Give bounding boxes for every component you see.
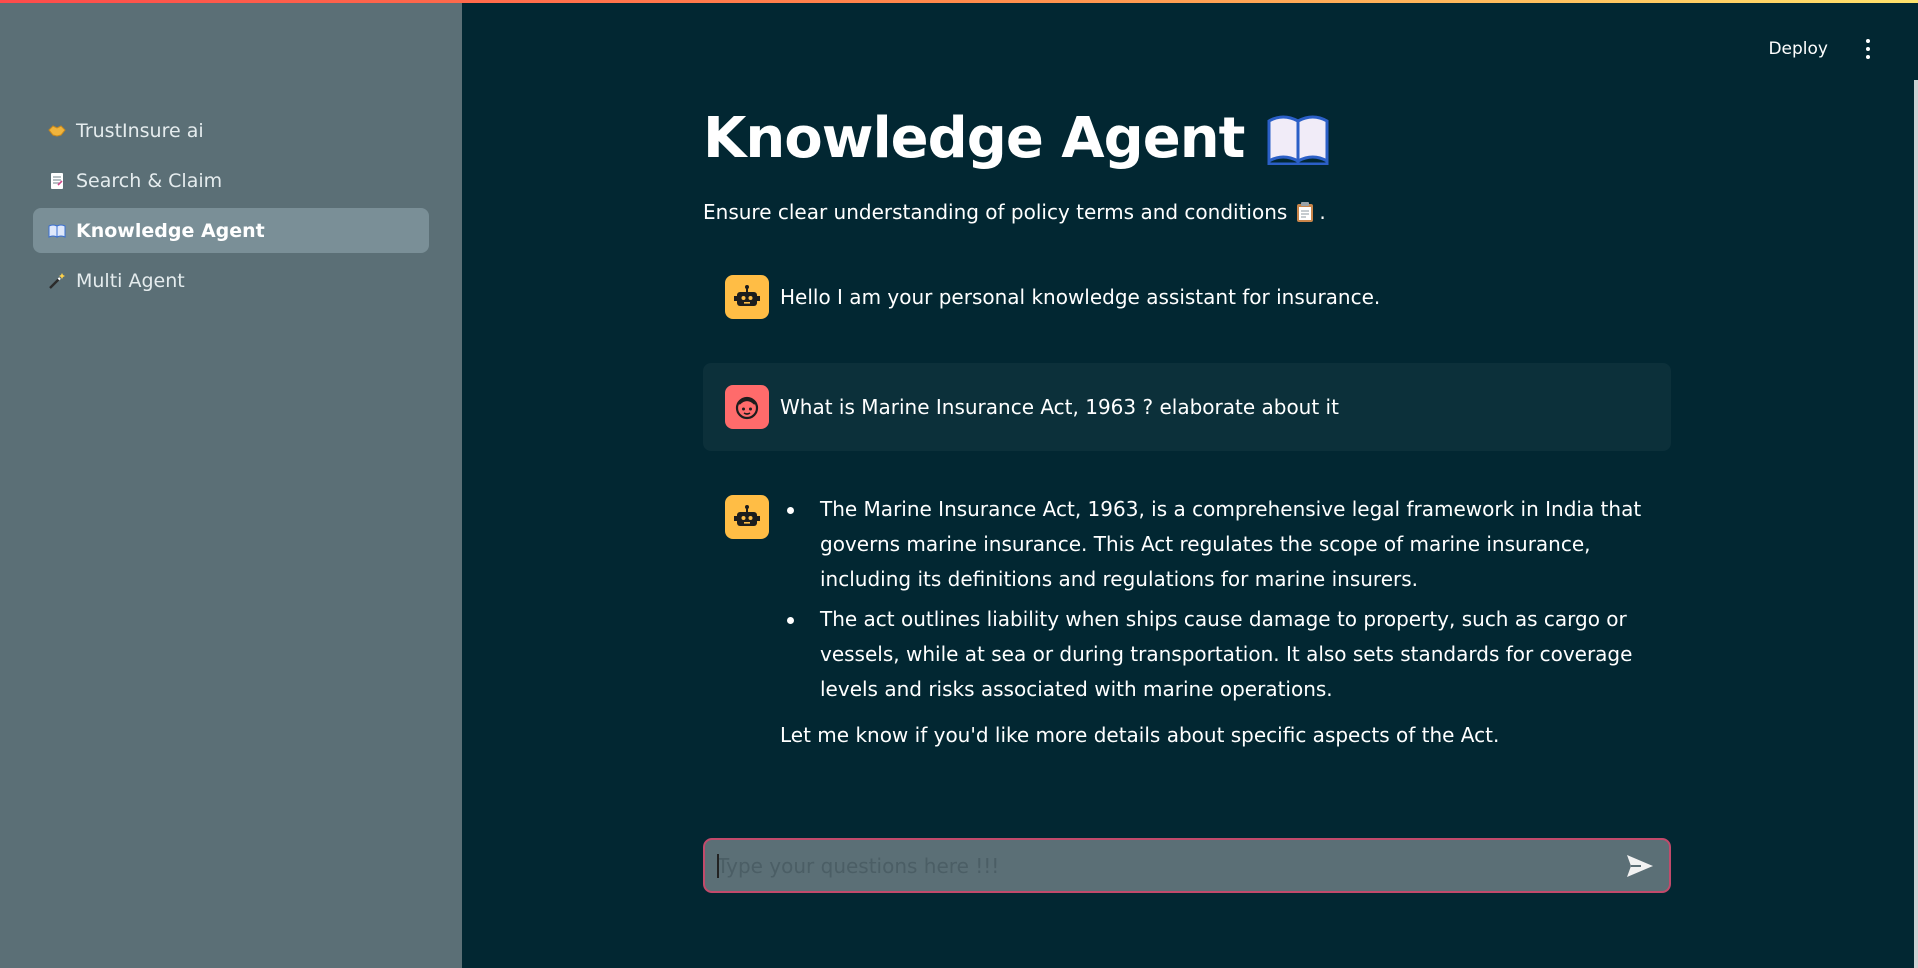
deploy-button[interactable]: Deploy <box>1768 39 1828 59</box>
page-subtitle: Ensure clear understanding of policy ter… <box>703 200 1326 224</box>
sidebar-item-label: Search & Claim <box>76 169 223 192</box>
chat-input-container <box>703 838 1671 893</box>
answer-bullet-list: The Marine Insurance Act, 1963, is a com… <box>780 492 1660 707</box>
list-item: The act outlines liability when ships ca… <box>780 602 1660 707</box>
chat-input[interactable] <box>717 840 1597 891</box>
robot-icon <box>725 275 769 319</box>
chat-message-text: What is Marine Insurance Act, 1963 ? ela… <box>780 395 1339 419</box>
chat-message-user: What is Marine Insurance Act, 1963 ? ela… <box>703 363 1671 451</box>
list-item: The Marine Insurance Act, 1963, is a com… <box>780 492 1660 597</box>
open-book-icon <box>1266 113 1330 165</box>
sidebar-item-trustinsure-ai[interactable]: TrustInsure ai <box>33 108 429 153</box>
sidebar-item-knowledge-agent[interactable]: Knowledge Agent <box>33 208 429 253</box>
face-icon <box>725 385 769 429</box>
sidebar-item-search-claim[interactable]: Search & Claim <box>33 158 429 203</box>
sidebar: TrustInsure ai Search & Claim Knowledge … <box>0 0 462 968</box>
magic-wand-icon <box>47 271 67 291</box>
sidebar-item-label: Multi Agent <box>76 269 185 292</box>
sidebar-item-multi-agent[interactable]: Multi Agent <box>33 258 429 303</box>
page-title: Knowledge Agent <box>703 106 1330 171</box>
chat-message-text: Hello I am your personal knowledge assis… <box>780 285 1381 309</box>
document-icon <box>47 171 67 191</box>
open-book-icon <box>47 221 67 241</box>
robot-icon <box>725 495 769 539</box>
clipboard-icon <box>1295 201 1315 223</box>
header-toolbar: Deploy <box>1768 36 1918 62</box>
top-decoration-stripe <box>0 0 1918 3</box>
chat-message-body: The Marine Insurance Act, 1963, is a com… <box>780 492 1660 749</box>
send-icon[interactable] <box>1625 852 1655 880</box>
text-caret <box>717 854 719 878</box>
kebab-menu-icon[interactable] <box>1858 36 1878 62</box>
scrollbar[interactable] <box>1914 80 1918 968</box>
page-title-text: Knowledge Agent <box>703 106 1245 171</box>
chat-message-assistant: The Marine Insurance Act, 1963, is a com… <box>703 495 1671 775</box>
sidebar-nav: TrustInsure ai Search & Claim Knowledge … <box>33 108 429 308</box>
page-subtitle-text: Ensure clear understanding of policy ter… <box>703 200 1288 224</box>
sidebar-item-label: Knowledge Agent <box>76 219 265 242</box>
chat-message-assistant: Hello I am your personal knowledge assis… <box>703 275 1671 319</box>
chat-message-closing: Let me know if you'd like more details a… <box>780 723 1500 747</box>
sidebar-item-label: TrustInsure ai <box>76 119 204 142</box>
handshake-icon <box>47 121 67 141</box>
page-subtitle-suffix: . <box>1319 200 1326 224</box>
